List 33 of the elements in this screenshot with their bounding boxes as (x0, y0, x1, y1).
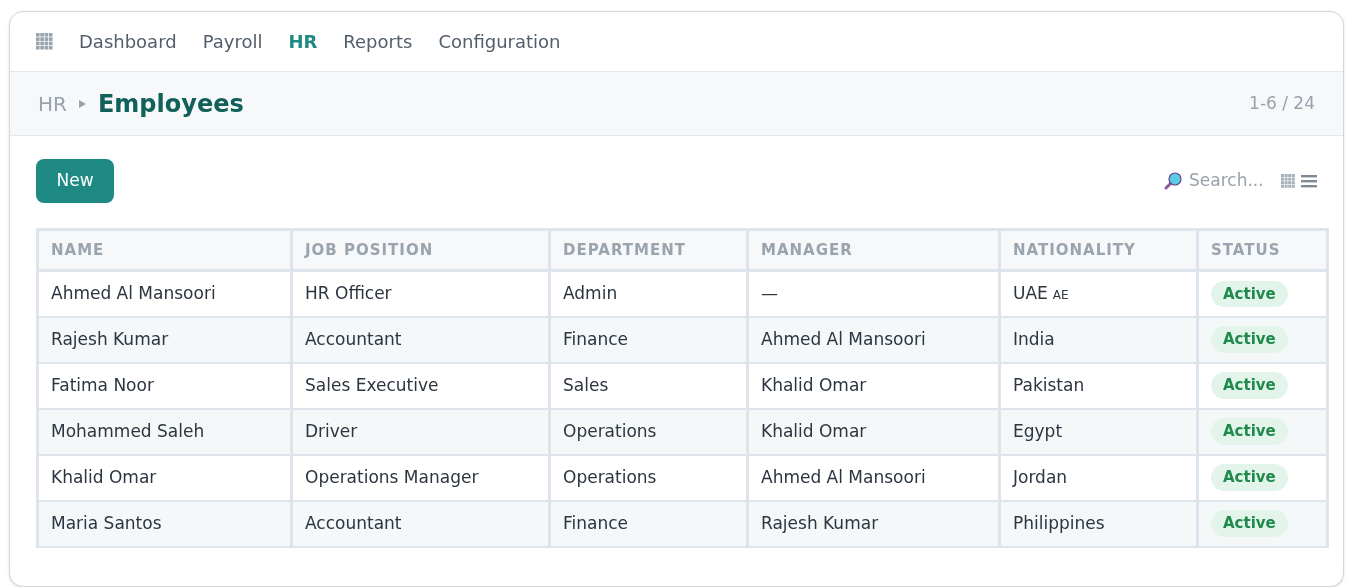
apps-grid-icon[interactable] (36, 33, 53, 50)
status-badge: Active (1211, 372, 1288, 399)
grid-view-icon[interactable] (1281, 174, 1295, 188)
column-header[interactable]: JOB POSITION (291, 229, 550, 271)
new-button[interactable]: New (36, 159, 114, 203)
page-title: Employees (97, 88, 244, 120)
column-header[interactable]: NATIONALITY (999, 229, 1198, 271)
table-cell: Maria Santos (37, 500, 292, 547)
column-header[interactable]: NAME (37, 229, 292, 271)
status-badge: Active (1211, 510, 1288, 537)
search-icon (1163, 171, 1183, 191)
nav-tab[interactable]: Payroll (202, 28, 263, 55)
breadcrumb-link[interactable]: HR (38, 88, 67, 119)
nav-tab[interactable]: Dashboard (79, 28, 177, 55)
status-badge: Active (1211, 280, 1288, 307)
list-view-icon[interactable] (1301, 174, 1317, 188)
breadcrumb-separator-icon (78, 99, 86, 108)
table-cell: Accountant (291, 500, 550, 547)
column-header[interactable]: DEPARTMENT (549, 229, 748, 271)
column-header[interactable]: MANAGER (747, 229, 1000, 271)
table-cell: Rajesh Kumar (747, 500, 1000, 547)
nav-tab[interactable]: Reports (343, 28, 413, 55)
nav-tab[interactable]: Configuration (438, 28, 561, 55)
status-badge: Active (1211, 464, 1288, 491)
nav-tab[interactable]: HR (288, 28, 318, 55)
pager: 1-6 / 24 (1249, 91, 1315, 115)
search-field[interactable]: Search... (1189, 168, 1275, 194)
status-badge: Active (1211, 326, 1288, 353)
table-cell: Finance (549, 500, 748, 547)
nationality-text: UAE (1013, 283, 1048, 303)
status-badge: Active (1211, 418, 1288, 445)
table-cell: Philippines (999, 500, 1198, 547)
country-code: AE (1052, 288, 1069, 302)
